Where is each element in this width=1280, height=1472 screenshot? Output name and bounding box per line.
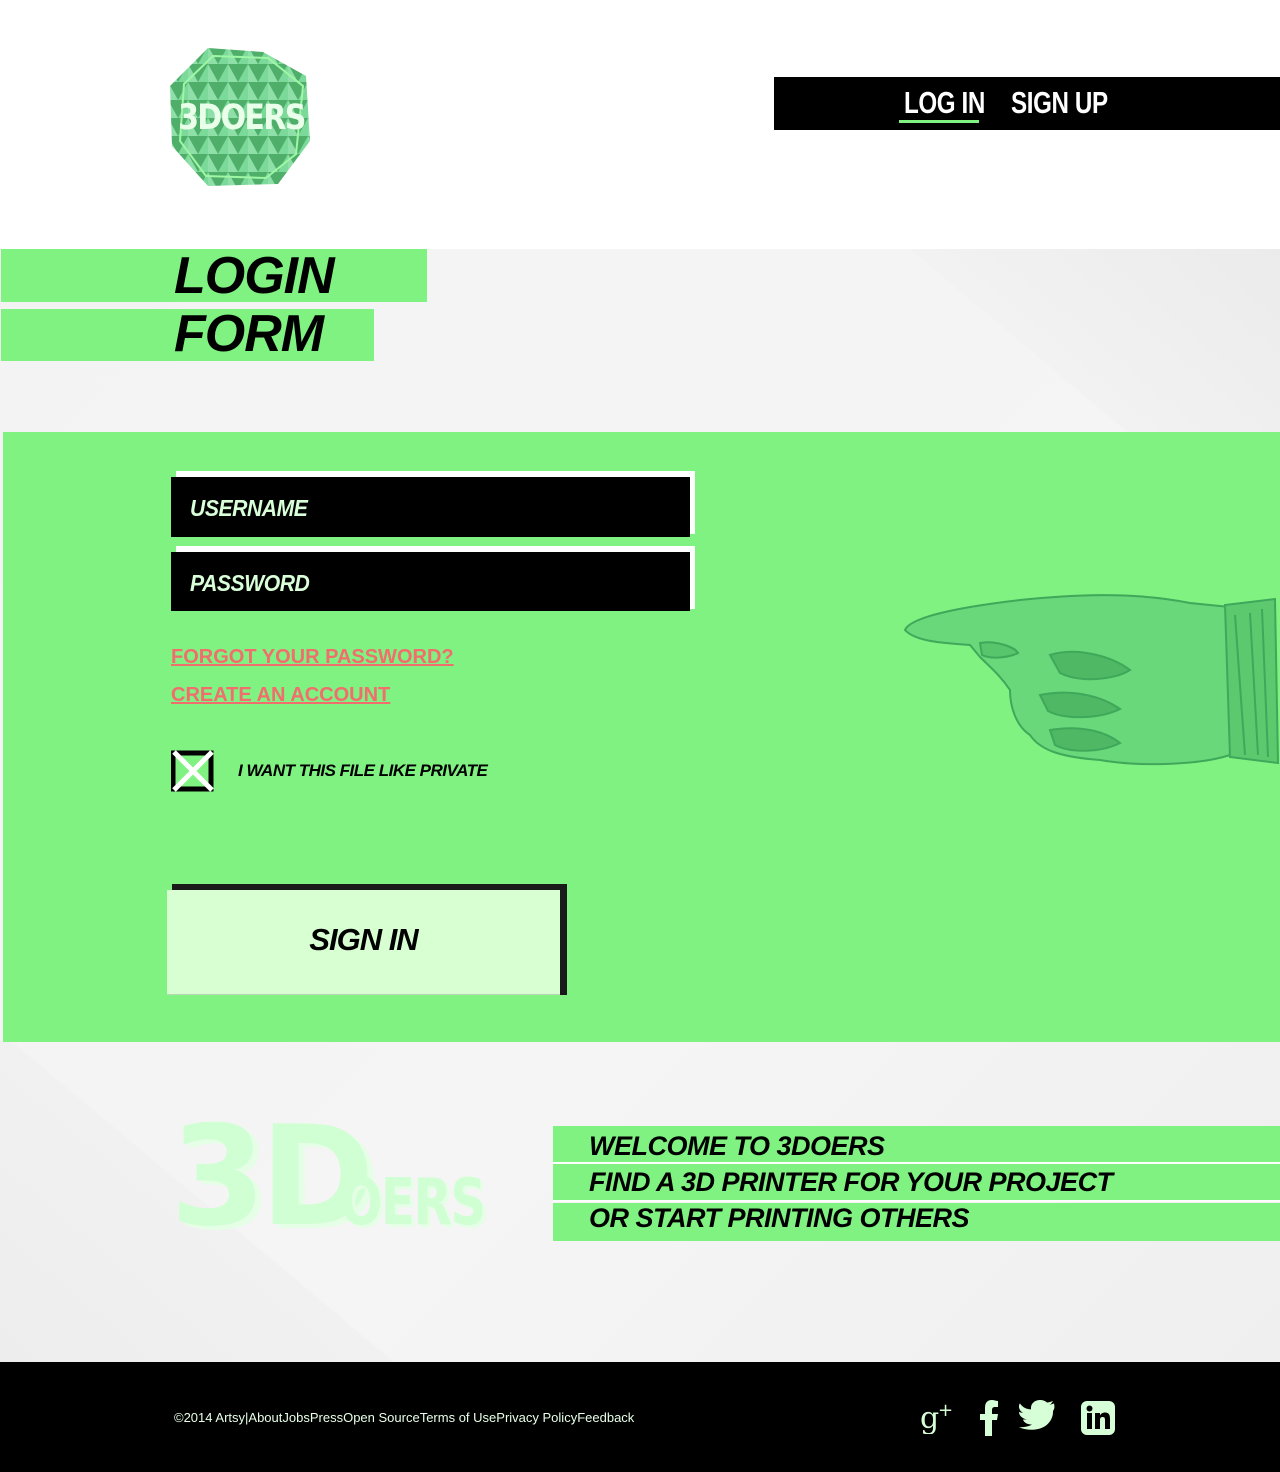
3d-logo-big-text: 3D [170,1096,375,1257]
private-checkbox[interactable] [170,749,215,793]
facebook-icon[interactable] [978,1400,1000,1441]
logo[interactable]: 3DOERS [168,46,312,188]
google-plus-icon[interactable]: g + [920,1400,956,1439]
footer-link-press[interactable]: Press [310,1410,343,1425]
footer-links: ©2014 Artsy|AboutJobsPressOpen SourceTer… [174,1410,634,1425]
password-placeholder: PASSWORD [190,570,310,596]
linkedin-icon[interactable] [1080,1400,1116,1441]
top-nav: LOG IN SIGN UP [774,77,1280,130]
page-title-line1: LOGIN [174,247,335,305]
3d-logo-small-text: OERS [340,1166,486,1240]
footer-link-jobs[interactable]: Jobs [282,1410,309,1425]
footer-link-privacy[interactable]: Privacy Policy [496,1410,577,1425]
welcome-line-3: OR START PRINTING OTHERS [589,1203,970,1233]
sign-in-button-label: SIGN IN [309,922,418,957]
page-title-line2: FORM [174,305,324,363]
private-checkbox-label: I WANT THIS FILE LIKE PRIVATE [238,761,488,780]
username-input[interactable]: USERNAME [171,477,690,537]
sign-in-button[interactable]: SIGN IN [167,890,560,995]
footer-link-terms[interactable]: Terms of Use [420,1410,497,1425]
welcome-line-1: WELCOME TO 3DOERS [589,1131,885,1161]
svg-text:+: + [938,1400,953,1421]
nav-signup-link[interactable]: SIGN UP [1011,85,1108,121]
footer-link-feedback[interactable]: Feedback [577,1410,634,1425]
logo-text: 3DOERS [178,98,306,138]
footer-link-open-source[interactable]: Open Source [343,1410,420,1425]
nav-active-underline [899,120,979,123]
3doers-3d-logo: 3D OERS [162,1096,486,1257]
username-placeholder: USERNAME [190,495,308,521]
nav-login-link[interactable]: LOG IN [904,85,985,121]
footer-copyright: ©2014 Artsy [174,1410,246,1425]
pointing-hand-illustration [900,585,1280,775]
pointing-hand-icon [903,594,1280,766]
welcome-line-2: FIND A 3D PRINTER FOR YOUR PROJECT [589,1167,1113,1197]
footer: ©2014 Artsy|AboutJobsPressOpen SourceTer… [0,1362,1280,1472]
svg-text:g: g [920,1401,939,1434]
twitter-icon[interactable] [1019,1400,1055,1435]
footer-link-about[interactable]: About [248,1410,282,1425]
create-account-link[interactable]: CREATE AN ACCOUNT [171,684,390,707]
password-input[interactable]: PASSWORD [171,552,690,611]
forgot-password-link[interactable]: FORGOT YOUR PASSWORD? [171,646,454,669]
checkbox-checked-icon [170,750,214,792]
